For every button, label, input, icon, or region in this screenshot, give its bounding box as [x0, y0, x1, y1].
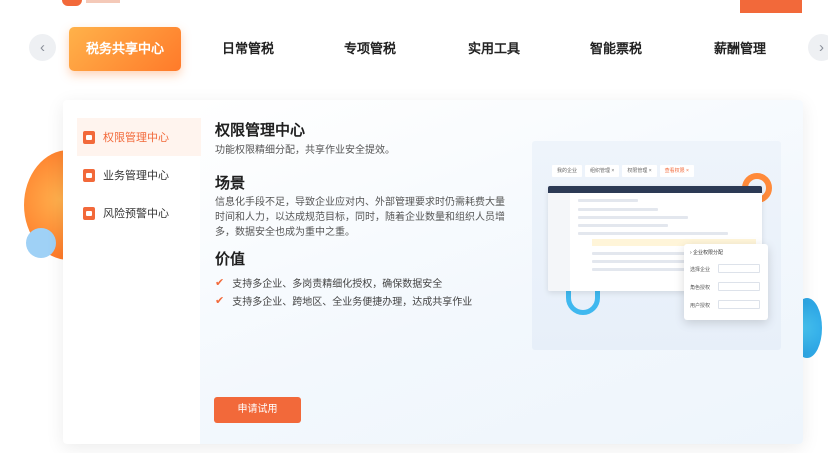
logo[interactable] — [62, 0, 82, 6]
illustration-line — [578, 232, 728, 235]
decor-ring-icon — [566, 291, 600, 315]
document-icon — [83, 130, 95, 144]
illustration-popup-title: › 企业权限分配 — [690, 250, 724, 256]
illustration-popup-label: 角色授权 — [690, 285, 711, 291]
illustration-window-bar — [548, 186, 762, 193]
sidebar-item-label: 业务管理中心 — [103, 170, 169, 182]
tab-smart-invoice[interactable]: 智能票税 — [568, 27, 664, 71]
top-cta-button[interactable] — [740, 0, 802, 13]
illustration-tab: 查看权限 × — [659, 165, 694, 177]
illustration-popup-label: 选择企业 — [690, 267, 711, 273]
value-text: 支持多企业、跨地区、全业务便捷办理，达成共享作业 — [232, 297, 473, 308]
content-title: 权限管理中心 — [215, 122, 306, 139]
sidebar-item-business[interactable]: 业务管理中心 — [77, 156, 201, 194]
tab-daily-tax[interactable]: 日常管税 — [200, 27, 296, 71]
product-illustration: 我的企业 组织管理 × 权限管理 × 查看权限 × › 企业权限分配 选择企业 … — [532, 141, 781, 350]
scenario-text: 信息化手段不足，导致企业应对内、外部管理要求时仍需耗费大量时间和人力，以达成规范… — [215, 197, 505, 238]
nav-next-button[interactable]: › — [808, 34, 828, 61]
check-icon: ✔ — [215, 295, 225, 307]
page: ‹ 税务共享中心 日常管税 专项管税 实用工具 智能票税 薪酬管理 › 权限管理… — [0, 0, 828, 453]
value-heading: 价值 — [215, 251, 246, 268]
feature-card: 权限管理中心 业务管理中心 风险预警中心 权限管理中心 功能权限精细分配，共享作… — [63, 100, 803, 444]
illustration-popup-field — [718, 300, 760, 309]
illustration-popup-field — [718, 264, 760, 273]
scenario-heading: 场景 — [215, 175, 246, 192]
tab-tax-sharing-center[interactable]: 税务共享中心 — [69, 27, 181, 71]
apply-trial-button[interactable]: 申请试用 — [214, 397, 301, 423]
chevron-right-icon: › — [819, 39, 824, 56]
illustration-tabs: 我的企业 组织管理 × 权限管理 × 查看权限 × — [552, 165, 694, 177]
document-icon — [83, 168, 95, 182]
chevron-left-icon: ‹ — [40, 39, 45, 56]
illustration-tab: 组织管理 × — [585, 165, 620, 177]
illustration-line — [578, 224, 668, 227]
content-subtitle: 功能权限精细分配，共享作业安全提效。 — [215, 145, 395, 156]
decor-blue-blob — [26, 228, 56, 258]
illustration-line — [578, 208, 658, 211]
illustration-line — [592, 268, 692, 271]
illustration-popup: › 企业权限分配 选择企业 角色授权 用户授权 — [684, 244, 768, 320]
sidebar-item-permission[interactable]: 权限管理中心 — [77, 118, 201, 156]
illustration-tab: 我的企业 — [552, 165, 583, 177]
value-item: ✔ 支持多企业、跨地区、全业务便捷办理，达成共享作业 — [215, 293, 472, 308]
tab-salary[interactable]: 薪酬管理 — [692, 27, 788, 71]
tab-tools[interactable]: 实用工具 — [446, 27, 542, 71]
illustration-tab: 权限管理 × — [622, 165, 657, 177]
value-item: ✔ 支持多企业、多岗责精细化授权，确保数据安全 — [215, 275, 442, 290]
sidebar-item-label: 风险预警中心 — [103, 208, 169, 220]
illustration-sidebar — [548, 193, 570, 291]
logo-text — [86, 0, 120, 3]
nav-prev-button[interactable]: ‹ — [29, 34, 56, 61]
sidebar-item-label: 权限管理中心 — [103, 132, 169, 144]
value-text: 支持多企业、多岗责精细化授权，确保数据安全 — [232, 279, 443, 290]
illustration-line — [578, 216, 688, 219]
illustration-popup-field — [718, 282, 760, 291]
tab-special-tax[interactable]: 专项管税 — [322, 27, 418, 71]
illustration-line — [578, 199, 638, 202]
document-icon — [83, 206, 95, 220]
sidebar-item-risk[interactable]: 风险预警中心 — [77, 194, 201, 232]
illustration-popup-label: 用户授权 — [690, 303, 711, 309]
check-icon: ✔ — [215, 277, 225, 289]
